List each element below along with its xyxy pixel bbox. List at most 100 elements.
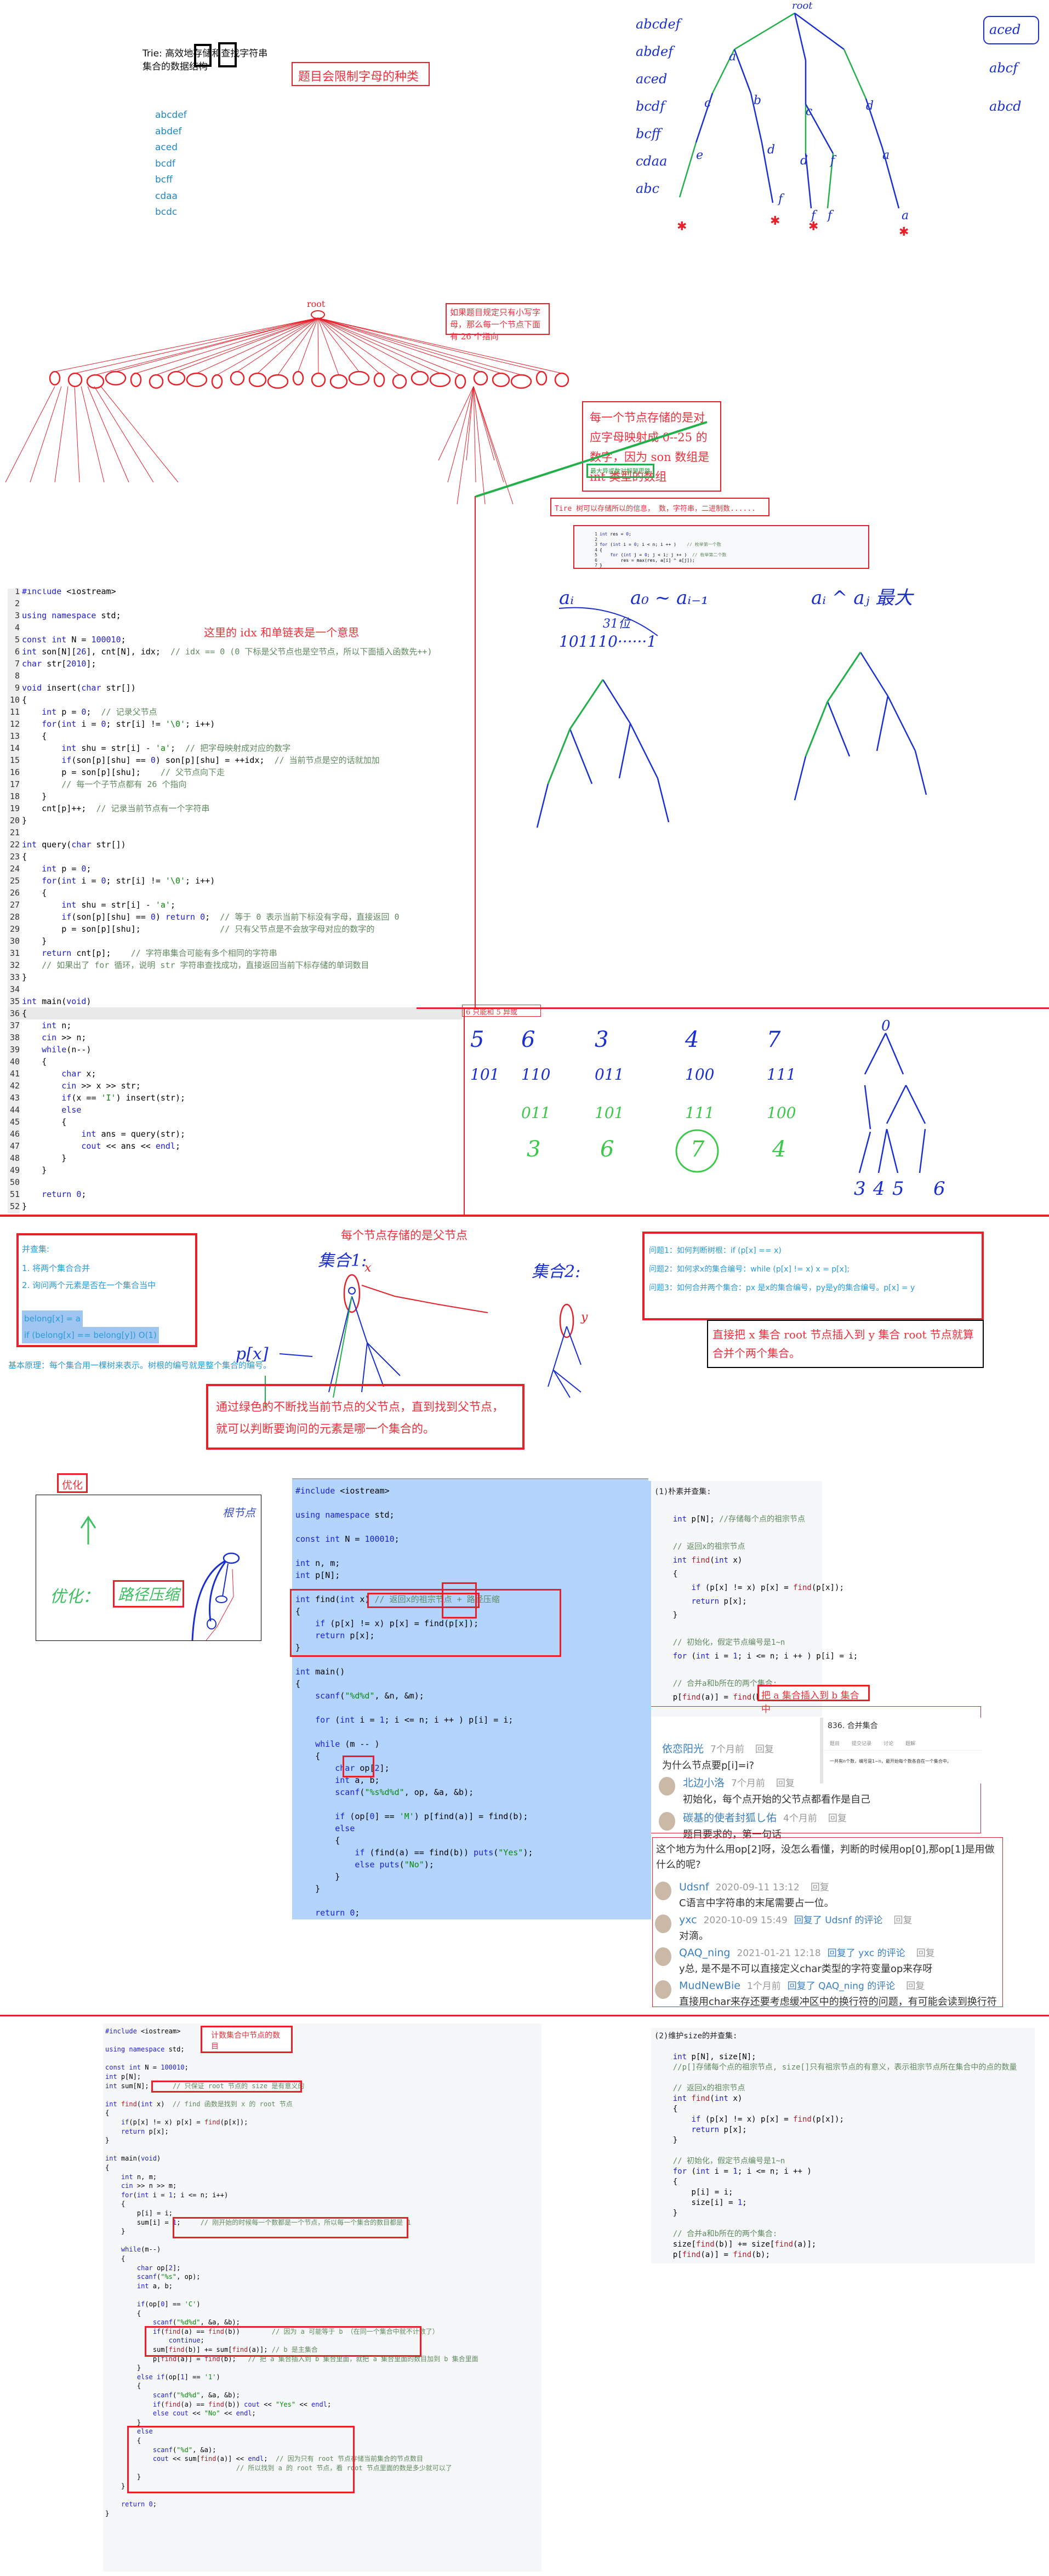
pointer-edge <box>74 386 80 483</box>
code-line: if (p[x] != x) p[x] = find(p[x]); <box>691 1583 844 1592</box>
child-node <box>392 374 407 389</box>
code-line: int p[N], size[N]; <box>672 2053 756 2061</box>
code-line: } <box>105 2509 110 2517</box>
reply-link[interactable]: 回复 <box>776 1778 795 1789</box>
problem-tabs: 题目 提交记录 讨论 题解 <box>823 1733 982 1751</box>
number: 5 <box>470 1027 484 1052</box>
code-line: int main(void) <box>105 2155 161 2163</box>
merge-note-box: 直接把 x 集合 root 节点插入到 y 集合 root 节点就算合并个两个集… <box>707 1320 984 1368</box>
comment-user[interactable]: 碳基的使者封狐し佑 <box>683 1812 777 1824</box>
line-number: 15 <box>9 755 20 765</box>
comment-reply-to[interactable]: 回复了 QAQ_ning 的评论 <box>788 1981 895 1992</box>
comment-user[interactable]: QAQ_ning <box>679 1947 731 1959</box>
handwritten-word: abcd <box>989 99 1021 114</box>
handwritten-note: aᵢ <box>559 587 574 609</box>
path-highlight <box>547 679 604 784</box>
comment-reply-to[interactable]: 回复了 Udsnf 的评论 <box>794 1915 883 1926</box>
pointer-edge <box>257 317 318 374</box>
code-line: const int N = 100010; <box>295 1534 400 1544</box>
code-line: using namespace std; <box>105 2045 185 2054</box>
code-line: 23{ <box>8 851 27 863</box>
child-node <box>554 372 569 387</box>
code-line: 40 { <box>8 1056 47 1068</box>
reply-link[interactable]: 回复 <box>828 1813 847 1824</box>
line-number: 26 <box>9 888 20 898</box>
reply-link[interactable]: 回复 <box>893 1915 912 1926</box>
avatar[interactable] <box>655 1947 671 1966</box>
code-line: p[find(a)] = find(b); <box>672 2250 770 2259</box>
reply-link[interactable]: 回复 <box>811 1882 829 1893</box>
comment: 北边小洛 7个月前 回复 初始化，每个点开始的父节点都看作是自己 <box>683 1775 870 1806</box>
pointer-edge <box>317 317 400 375</box>
line-number: 7 <box>595 563 597 568</box>
code-line: { <box>335 1836 340 1845</box>
tab-problem[interactable]: 题目 <box>830 1740 840 1747</box>
code-line: } <box>335 1872 340 1882</box>
comment-question: 这个地方为什么用op[2]呀，没怎么看懂，判断的时候用op[0],那op[1]是… <box>656 1844 995 1871</box>
child-node <box>86 374 105 389</box>
code-line: return 0; <box>315 1908 360 1918</box>
trie-edge <box>679 142 697 198</box>
handwritten-label: p[x] <box>236 1344 269 1364</box>
tree-leaf: 6 <box>933 1178 945 1200</box>
avatar[interactable] <box>659 1812 675 1831</box>
line-number: 9 <box>14 683 20 693</box>
comment-reply-to[interactable]: 回复了 yxc 的评论 <box>828 1948 905 1959</box>
word-list: abcdef abdef aced bcdf bcff cdaa bcdc <box>155 107 187 221</box>
comment-user[interactable]: 依恋阳光 <box>662 1743 704 1755</box>
line-number: 7 <box>14 659 20 669</box>
tab-submissions[interactable]: 提交记录 <box>852 1740 871 1747</box>
pointer-edge <box>95 317 318 375</box>
tab-solutions[interactable]: 题解 <box>905 1740 915 1747</box>
code-line: 33} <box>8 971 27 983</box>
comment-time: 7个月前 <box>710 1744 744 1755</box>
reply-link[interactable]: 回复 <box>916 1948 935 1959</box>
reply-link[interactable]: 回复 <box>906 1981 925 1992</box>
line-number: 28 <box>9 912 20 922</box>
tree-edge <box>536 783 549 828</box>
code-line: if(p[x] != x) p[x] = find(p[x]); <box>121 2118 248 2126</box>
comment-time: 2020-09-11 13:12 <box>715 1882 800 1893</box>
trie-letter: a <box>729 50 736 64</box>
pointer-edge <box>298 317 318 372</box>
highlight-box-store <box>194 44 212 67</box>
code-line: p[find(a)] = find(b); <box>672 1693 770 1702</box>
code-line: return p[x]; <box>691 2125 747 2134</box>
code-line: scanf("%s", op); <box>136 2273 201 2281</box>
handwritten-word: bcff <box>636 126 663 141</box>
end-mark-icon: ✱ <box>770 214 780 228</box>
avatar[interactable] <box>655 1882 671 1900</box>
tree-node <box>215 1595 227 1603</box>
xor-binary: 101 <box>595 1104 624 1122</box>
child-node <box>329 374 348 389</box>
comment-user[interactable]: yxc <box>679 1914 697 1926</box>
code-line: } <box>672 1611 678 1620</box>
number: 7 <box>767 1027 781 1052</box>
code-line: if(op[0] == 'C') <box>136 2300 201 2308</box>
tree-edge <box>877 1129 888 1173</box>
code-line: size[find(b)] += size[find(a)]; <box>672 2240 817 2249</box>
code-line: if(find(a) == find(b)) cout << "Yes" << … <box>152 2400 332 2408</box>
comment-text: 直接用char来存还要考虑缓冲区中的换行符的问题，有可能会读到换行符 <box>679 1996 997 2008</box>
tree-edge <box>367 1342 384 1387</box>
tab-discussion[interactable]: 讨论 <box>883 1740 893 1747</box>
comment-user[interactable]: MudNewBie <box>679 1980 740 1992</box>
avatar[interactable] <box>655 1914 671 1933</box>
code-line: 43 if(x == 'I') insert(str); <box>8 1092 185 1104</box>
line-number: 32 <box>9 960 20 970</box>
avatar[interactable] <box>659 1777 675 1796</box>
line-number: 43 <box>9 1093 20 1103</box>
code-line: 32 // 如果出了 for 循环，说明 str 字符串查找成功，直接返回当前下… <box>8 959 369 971</box>
avatar[interactable] <box>655 1980 671 1999</box>
code-line: { <box>672 1570 678 1578</box>
comment-user[interactable]: 北边小洛 <box>683 1777 725 1789</box>
reply-link[interactable]: 回复 <box>755 1744 774 1755</box>
comment-user[interactable]: Udsnf <box>679 1881 709 1893</box>
trie-letter: c <box>806 105 812 118</box>
code-line: 5 const int N = 100010; <box>8 634 126 646</box>
code-line: 45 { <box>8 1116 66 1128</box>
line-number: 1 <box>14 589 20 596</box>
code-line: 28 if(son[p][shu] == 0) return 0; // 等于 … <box>8 911 400 923</box>
comment: Udsnf 2020-09-11 13:12 回复 C语言中字符串的末尾需要占一位。 <box>679 1879 834 1910</box>
code-line: for (int i = 1; i <= n; i ++ ) <box>672 2167 812 2176</box>
